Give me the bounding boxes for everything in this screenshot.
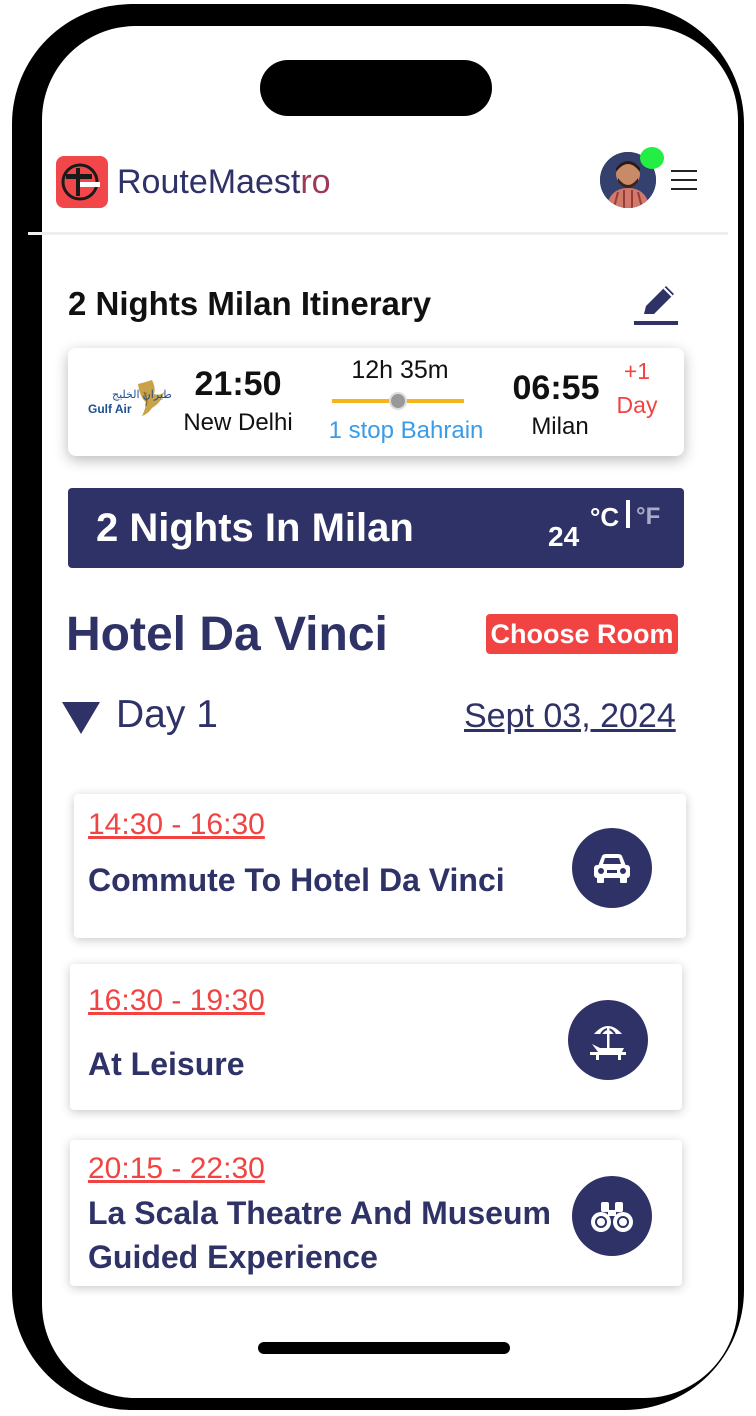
- binoculars-icon: [572, 1176, 652, 1256]
- day-offset-plus: +1: [623, 358, 651, 384]
- home-indicator: [258, 1342, 510, 1354]
- app-logo-icon[interactable]: [56, 156, 108, 208]
- activity-time[interactable]: 14:30 - 16:30: [88, 808, 265, 842]
- header-divider: [28, 232, 728, 235]
- activity-time[interactable]: 16:30 - 19:30: [88, 984, 265, 1018]
- day-toggle[interactable]: Day 1: [62, 692, 242, 742]
- arrival-time: 06:55: [512, 369, 600, 407]
- collapse-triangle-icon: [62, 702, 100, 734]
- edit-pencil-icon[interactable]: [634, 280, 680, 328]
- temperature-value: 24: [548, 521, 580, 552]
- departure-city: New Delhi: [183, 409, 293, 436]
- arrival-city: Milan: [531, 413, 589, 440]
- stay-banner-title: 2 Nights In Milan: [96, 506, 414, 550]
- departure-time: 21:50: [194, 365, 282, 403]
- online-status-dot: [640, 147, 664, 169]
- brand-part-2: ro: [300, 163, 331, 201]
- activity-time[interactable]: 20:15 - 22:30: [88, 1152, 265, 1186]
- airline-name: Gulf Air: [88, 402, 132, 416]
- day-date-link[interactable]: Sept 03, 2024: [464, 694, 676, 738]
- brand-part-1: RouteMaest: [117, 163, 301, 201]
- stop-dot: [389, 392, 407, 410]
- airline-name-arabic: طيران الخليج: [112, 389, 172, 401]
- day-label: Day 1: [116, 693, 218, 736]
- car-icon: [572, 828, 652, 908]
- activity-title: Commute To Hotel Da Vinci: [88, 862, 505, 898]
- dynamic-island: [260, 60, 492, 116]
- itinerary-title: 2 Nights Milan Itinerary: [68, 285, 432, 322]
- unit-celsius-toggle[interactable]: °C: [590, 500, 619, 534]
- flight-duration: 12h 35m: [351, 356, 449, 384]
- unit-separator: [626, 500, 630, 528]
- choose-room-button[interactable]: Choose Room: [486, 614, 678, 654]
- beach-chair-icon: [568, 1000, 648, 1080]
- activity-title: La Scala Theatre And Museum Guided Exper…: [88, 1195, 551, 1275]
- unit-fahrenheit-toggle[interactable]: °F: [636, 500, 660, 534]
- day-offset-label: Day: [616, 392, 658, 418]
- hamburger-menu-icon[interactable]: [671, 170, 697, 192]
- stops-link[interactable]: 1 stop Bahrain: [318, 416, 494, 446]
- hotel-name: Hotel Da Vinci: [66, 608, 388, 661]
- day-offset-badge: +1 Day: [610, 354, 664, 422]
- app-brand-name: RouteMaestro: [117, 160, 331, 204]
- activity-title: At Leisure: [88, 1046, 245, 1082]
